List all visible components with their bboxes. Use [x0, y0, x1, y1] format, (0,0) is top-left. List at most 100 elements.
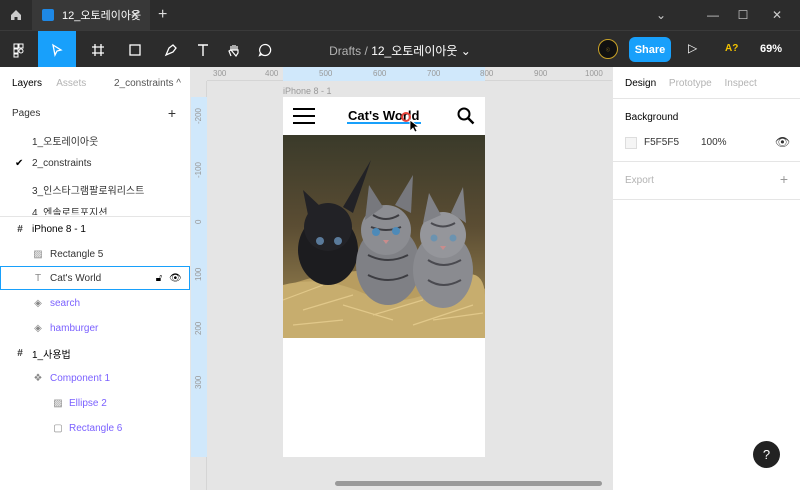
ruler-tick: 700 [427, 69, 441, 78]
divider [613, 161, 800, 162]
layer-item[interactable]: ▢ Rectangle 6 [0, 416, 190, 440]
breadcrumb-drafts[interactable]: Drafts [329, 44, 361, 58]
layer-label: iPhone 8 - 1 [32, 223, 86, 235]
panel-tabs: Layers Assets [12, 78, 98, 89]
tab-layers[interactable]: Layers [12, 78, 42, 89]
layer-item[interactable]: ▨ Ellipse 2 [0, 391, 190, 415]
background-hex-input[interactable]: F5F5F5 [644, 137, 679, 148]
ruler-tick: 300 [213, 69, 227, 78]
layer-item[interactable]: ◈ hamburger [0, 316, 190, 340]
kittens-photo[interactable] [283, 135, 485, 338]
component-icon: ❖ [33, 372, 43, 384]
unlock-icon[interactable]: 🔓︎ [153, 273, 165, 284]
left-panel: Layers Assets 2_constraints ^ Pages + 1_… [0, 67, 191, 490]
toolbar: Drafts / 12_오토레이아웃 ⌄ ⓒ Share ▷ A? 69% [0, 30, 800, 68]
breadcrumb-separator: / [364, 44, 368, 58]
eye-icon[interactable]: 👁︎ [775, 135, 790, 149]
layer-item[interactable]: ❖ Component 1 [0, 366, 190, 390]
font-check-icon[interactable]: A? [725, 43, 738, 54]
present-play-icon[interactable]: ▷ [688, 41, 697, 55]
add-export-icon[interactable]: + [780, 171, 788, 187]
figma-file-icon [42, 9, 54, 21]
search-icon[interactable] [457, 107, 475, 128]
layer-label: Rectangle 5 [50, 248, 104, 260]
close-tab-icon[interactable]: ✕ [130, 8, 140, 22]
layer-frame[interactable]: # iPhone 8 - 1 [0, 217, 190, 241]
title-bar: 12_오토레이아웃 ✕ + ⌄ — ☐ ✕ [0, 0, 800, 30]
ruler-tick: -200 [194, 107, 203, 124]
layer-label: Cat's World [50, 272, 102, 284]
page-item[interactable]: 1_오토레이아웃 [32, 133, 98, 148]
eye-icon[interactable]: 👁︎ [169, 273, 182, 284]
ruler-tick: 200 [194, 321, 203, 335]
pointer-cursor-icon [409, 119, 421, 136]
page-selector-label: 2_constraints [114, 78, 174, 89]
inspector-tabs: Design Prototype Inspect [625, 78, 767, 89]
ruler-tick: 0 [194, 219, 203, 224]
pages-heading: Pages [12, 108, 41, 119]
add-page-icon[interactable]: + [168, 105, 176, 121]
layer-label: Rectangle 6 [69, 422, 123, 434]
layer-item[interactable]: ▨ Rectangle 5 [0, 242, 190, 266]
ruler-tick: 500 [319, 69, 333, 78]
frame-icon: # [17, 347, 23, 359]
ruler-tick: -100 [194, 161, 203, 178]
breadcrumb: Drafts / 12_오토레이아웃 ⌄ [0, 42, 800, 59]
rectangle-icon: ▢ [53, 422, 63, 434]
file-tab[interactable]: 12_오토레이아웃 ✕ [32, 0, 150, 30]
tab-prototype[interactable]: Prototype [669, 78, 712, 89]
layer-label: Component 1 [50, 372, 111, 384]
component-icon: ◈ [34, 297, 42, 309]
page-item[interactable]: 4_엔솔로트포지션 [32, 207, 108, 215]
text-icon: T [34, 272, 42, 284]
component-icon: ◈ [34, 322, 42, 334]
breadcrumb-file[interactable]: 12_오토레이아웃 [371, 44, 457, 58]
background-heading: Background [625, 112, 679, 123]
tab-design[interactable]: Design [625, 78, 656, 89]
layer-label: 1_사용법 [32, 349, 71, 361]
ruler-tick: 600 [373, 69, 387, 78]
ruler-tick: 1000 [585, 69, 603, 78]
ruler-tick: 300 [194, 375, 203, 389]
window-close-button[interactable]: ✕ [754, 0, 800, 30]
ruler-left: -200 -100 0 100 200 300 [191, 81, 207, 490]
help-button[interactable]: ? [753, 441, 780, 468]
frame-label[interactable]: iPhone 8 - 1 [283, 86, 332, 96]
ruler-tick: 900 [534, 69, 548, 78]
ruler-tick: 100 [194, 267, 203, 281]
layer-item-selected[interactable]: T Cat's World 🔓︎ 👁︎ [0, 266, 190, 290]
export-heading: Export [625, 175, 654, 186]
tab-assets[interactable]: Assets [56, 78, 86, 89]
page-selector[interactable]: 2_constraints ^ [114, 78, 181, 89]
divider [613, 199, 800, 200]
frame-icon: # [17, 223, 23, 235]
hamburger-icon[interactable] [293, 107, 315, 128]
check-icon: ✔ [15, 158, 24, 169]
chevron-down-icon[interactable]: ⌄ [638, 0, 684, 30]
background-opacity-input[interactable]: 100% [701, 137, 727, 148]
right-panel: Design Prototype Inspect Background F5F5… [612, 67, 800, 490]
layer-frame[interactable]: # 1_사용법 [0, 341, 190, 365]
horizontal-scrollbar[interactable] [335, 481, 602, 486]
layer-label: hamburger [50, 322, 99, 334]
share-button[interactable]: Share [629, 37, 671, 62]
image-icon: ▨ [33, 248, 43, 260]
image-icon: ▨ [53, 397, 63, 409]
page-item-selected[interactable]: 2_constraints [32, 158, 91, 169]
zoom-level[interactable]: 69% [760, 43, 782, 55]
home-icon[interactable] [0, 0, 32, 30]
background-swatch[interactable] [625, 137, 637, 149]
ruler-top: 300 400 500 600 700 800 900 1000 [207, 67, 612, 81]
ruler-tick: 400 [265, 69, 279, 78]
layer-item[interactable]: ◈ search [0, 291, 190, 315]
layer-label: Ellipse 2 [69, 397, 107, 409]
layer-label: search [50, 297, 81, 309]
new-tab-button[interactable]: + [158, 6, 167, 24]
tab-inspect[interactable]: Inspect [725, 78, 757, 89]
chevron-down-icon[interactable]: ⌄ [461, 44, 471, 58]
ruler-tick: 800 [480, 69, 494, 78]
divider [613, 98, 800, 99]
page-item[interactable]: 3_인스타그램팔로워리스트 [32, 182, 144, 197]
chevron-up-icon: ^ [176, 78, 181, 89]
avatar[interactable]: ⓒ [598, 39, 618, 59]
